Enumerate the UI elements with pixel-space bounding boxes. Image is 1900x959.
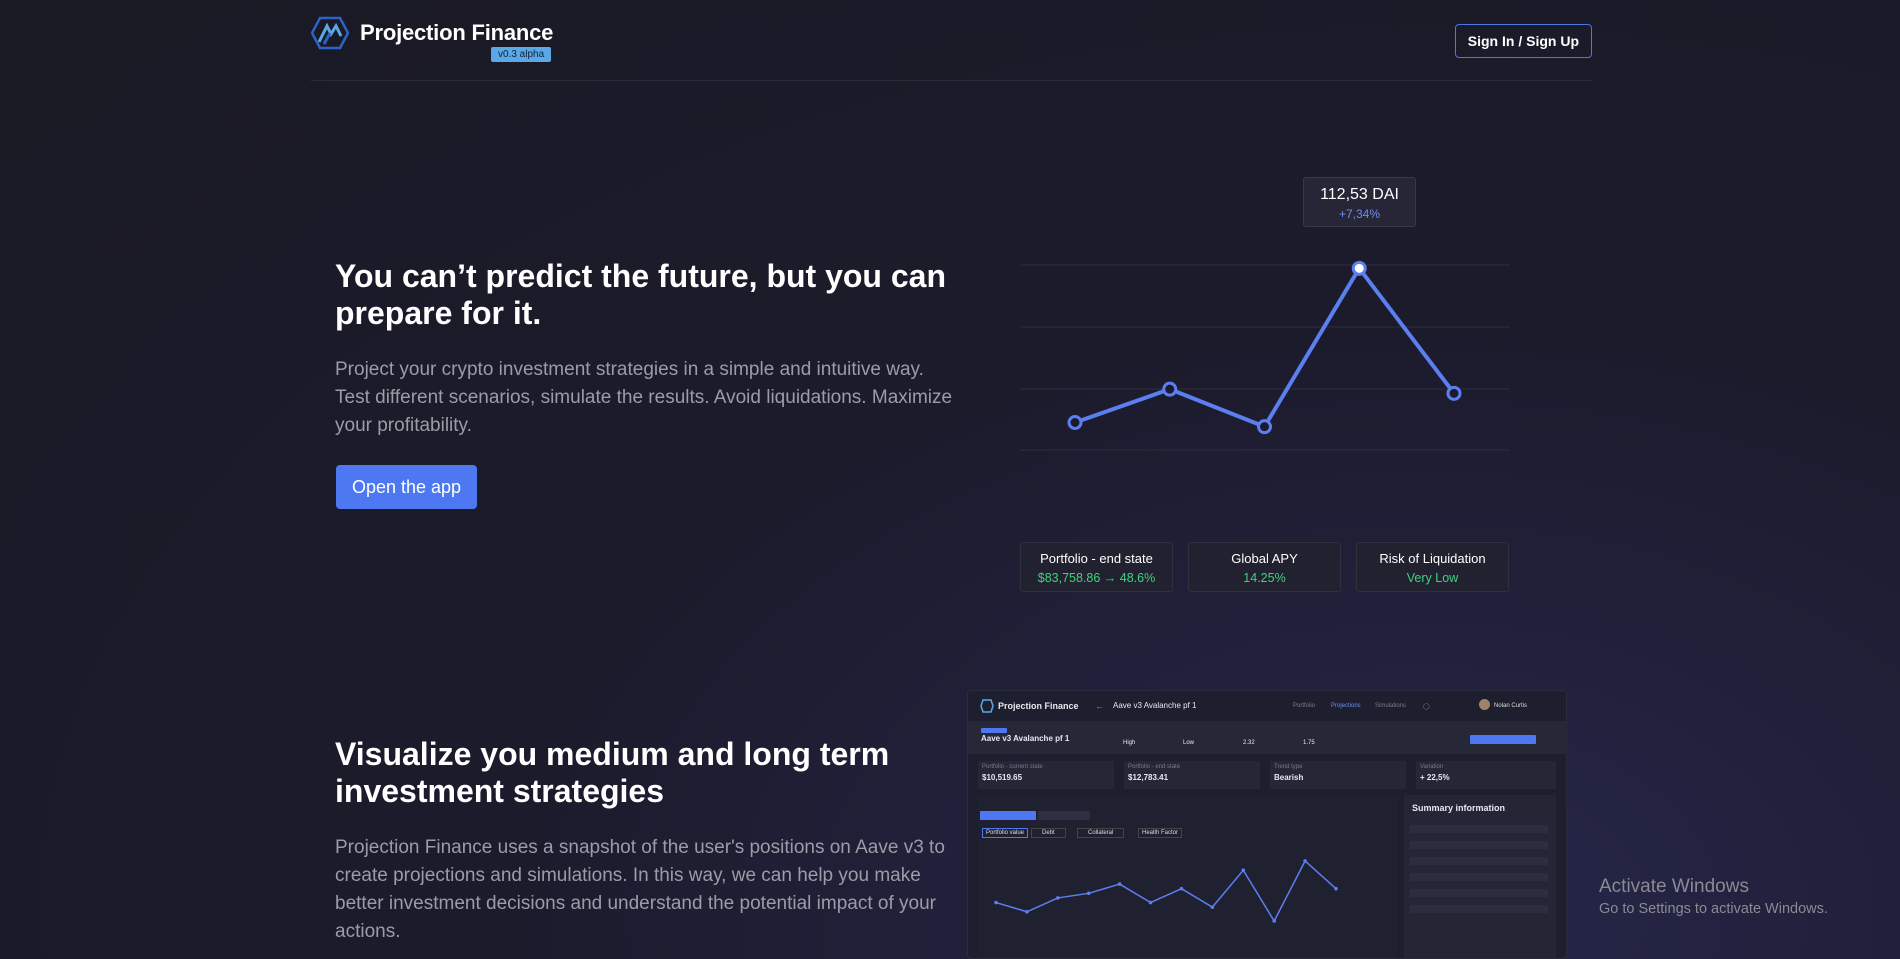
preview-nav-item: Simulations: [1375, 703, 1407, 709]
chart-series-line: [1074, 266, 1456, 429]
preview-brand: Projection Finance: [998, 701, 1079, 711]
preview-tab: Collateral: [1077, 828, 1125, 838]
preview-nav-item: Projections: [1331, 703, 1361, 709]
preview-data-point: [1148, 900, 1153, 905]
stat-card-portfolio: Portfolio - end state $83,758.86 → 48.6%: [1020, 542, 1173, 592]
preview-data-point: [1334, 886, 1338, 891]
stat-card-apy: Global APY 14.25%: [1188, 542, 1341, 592]
stat-title: Global APY: [1231, 551, 1298, 566]
preview-tag: [981, 728, 1007, 733]
preview-back-arrow-icon: ←: [1095, 701, 1104, 711]
chart-data-point[interactable]: [1351, 260, 1367, 276]
hero-line-chart: [1020, 260, 1510, 451]
preview-data-point: [1179, 886, 1184, 891]
preview-card-value: + 22,5%: [1420, 773, 1450, 782]
stat-card-risk: Risk of Liquidation Very Low: [1356, 542, 1509, 592]
chart-data-point[interactable]: [1067, 415, 1083, 430]
preview-card-label: Trend type: [1274, 764, 1303, 770]
preview-logo-icon: [980, 699, 994, 713]
hero-title: You can’t predict the future, but you ca…: [335, 258, 946, 331]
activate-windows-title: Activate Windows: [1599, 876, 1749, 897]
preview-volatility: Low: [1183, 740, 1195, 746]
preview-portfolio-title: Aave v3 Avalanche pf 1: [981, 734, 1070, 743]
preview-summary-row: [1410, 873, 1548, 881]
stat-value: 14.25%: [1243, 571, 1286, 585]
stat-title: Risk of Liquidation: [1379, 551, 1486, 566]
preview-risk: High: [1123, 740, 1136, 746]
preview-card-value: $10,519.65: [982, 773, 1023, 782]
preview-summary-title: Summary information: [1412, 803, 1506, 813]
preview-action-button: [1470, 735, 1536, 744]
stat-value: Very Low: [1406, 571, 1459, 585]
version-badge: v0.3 alpha: [491, 47, 552, 62]
tooltip-change: +7,34%: [1338, 207, 1381, 221]
sign-in-button[interactable]: Sign In / Sign Up: [1454, 24, 1592, 58]
preview-line-chart: [994, 859, 1338, 923]
preview-data-point: [1210, 905, 1215, 909]
preview-data-point: [1241, 868, 1246, 873]
chart-data-point[interactable]: [1162, 381, 1178, 397]
preview-bell-icon: ◯: [1423, 704, 1430, 710]
preview-data-point: [994, 900, 998, 905]
preview-data-point: [1272, 919, 1276, 923]
preview-series-line: [995, 859, 1337, 923]
site-header: Projection Finance v0.3 alpha Sign In / …: [311, 0, 1592, 81]
preview-card-value: $12,783.41: [1128, 773, 1169, 782]
preview-summary-row: [1410, 857, 1548, 865]
preview-summary-row: [1410, 905, 1548, 913]
preview-data-point: [1303, 859, 1307, 863]
preview-tab: Portfolio value: [982, 828, 1029, 838]
chart-data-point[interactable]: [1257, 419, 1272, 435]
tooltip-value: 112,53 DAI: [1320, 186, 1399, 203]
preview-toggle: [1038, 811, 1090, 820]
app-preview-image: Projection Finance ← Aave v3 Avalanche p…: [967, 690, 1567, 959]
stat-title: Portfolio - end state: [1040, 551, 1153, 566]
preview-page-name: Aave v3 Avalanche pf 1: [1113, 701, 1197, 710]
hero-description: Project your crypto investment strategie…: [335, 359, 953, 436]
preview-health: 1.75: [1303, 740, 1315, 746]
preview-summary-row: [1410, 889, 1548, 897]
projection-finance-logo-icon[interactable]: [311, 16, 349, 50]
preview-nav-item: Portfolio: [1293, 703, 1316, 709]
section-description: Projection Finance uses a snapshot of th…: [335, 837, 945, 942]
preview-data-point: [1056, 896, 1060, 900]
preview-user-name: Nolan Curtis: [1494, 703, 1528, 709]
preview-card-label: Portfolio - current state: [982, 764, 1043, 770]
preview-data-point: [1086, 891, 1091, 896]
brand-name[interactable]: Projection Finance: [360, 20, 553, 46]
chart-tooltip: 112,53 DAI +7,34%: [1303, 177, 1416, 227]
chart-data-point[interactable]: [1446, 385, 1462, 401]
preview-tab: Health Factor: [1138, 828, 1183, 838]
preview-collateral: 2.32: [1243, 740, 1255, 746]
preview-avatar: [1479, 699, 1490, 710]
preview-card-value: Bearish: [1274, 773, 1304, 782]
preview-summary-row: [1410, 825, 1548, 833]
section-title: Visualize you medium and long term inves…: [335, 736, 890, 809]
preview-card-label: Portfolio - end state: [1128, 764, 1181, 770]
activate-windows-subtitle: Go to Settings to activate Windows.: [1599, 901, 1828, 917]
preview-data-point: [1025, 909, 1029, 914]
preview-toggle: [980, 811, 1036, 820]
preview-data-point: [1117, 882, 1122, 886]
preview-summary-row: [1410, 841, 1548, 849]
stat-value: $83,758.86 → 48.6%: [1037, 571, 1156, 585]
open-app-button[interactable]: Open the app: [336, 465, 477, 509]
preview-card-label: Variation: [1420, 764, 1444, 770]
preview-tab: Debt: [1031, 828, 1066, 838]
